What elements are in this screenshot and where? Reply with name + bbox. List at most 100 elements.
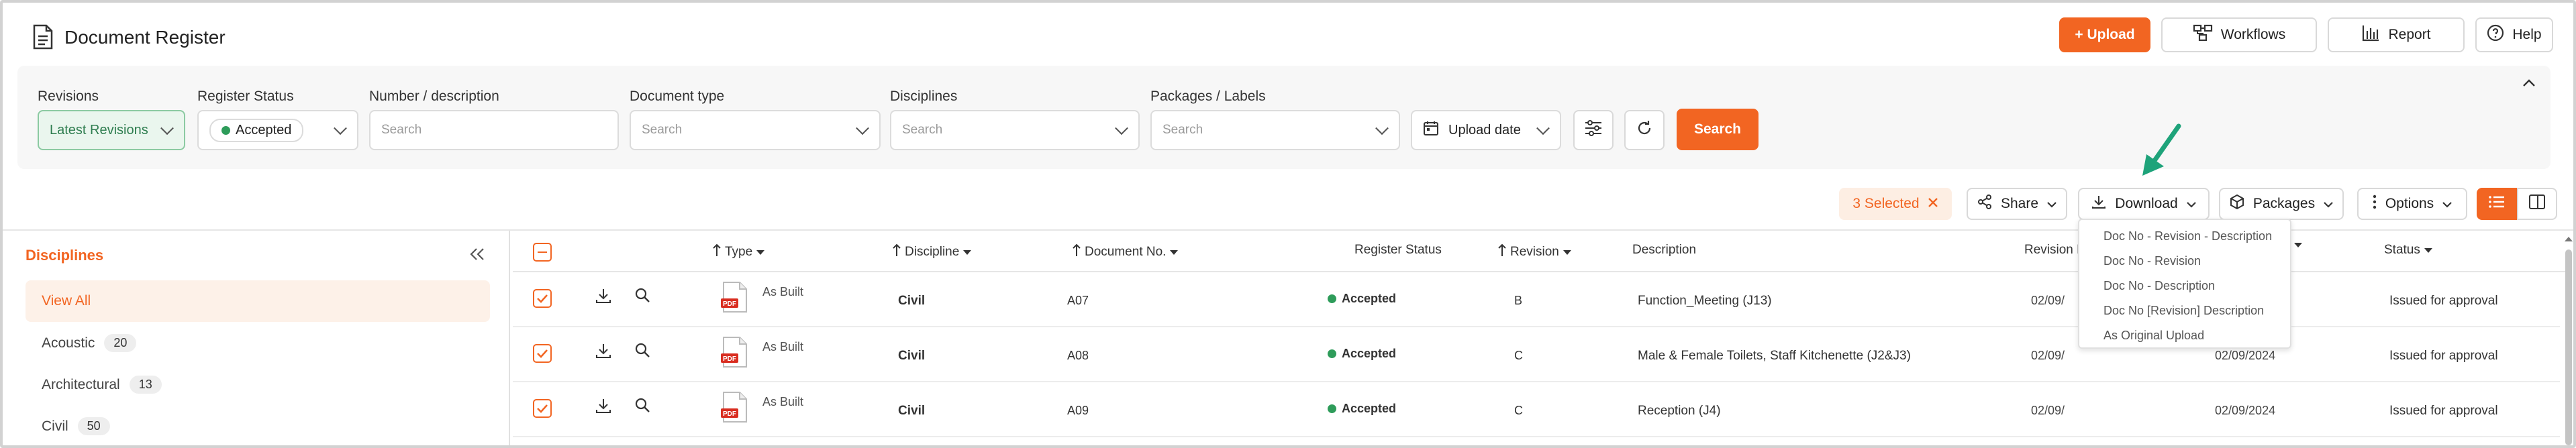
help-label: Help — [2512, 27, 2542, 42]
filter-settings-button[interactable] — [1573, 110, 1614, 150]
column-label: Description — [1632, 243, 1697, 257]
row-download-icon[interactable] — [595, 343, 612, 363]
search-button[interactable]: Search — [1677, 109, 1758, 150]
sidebar-item-architectural[interactable]: Architectural 13 — [42, 376, 162, 394]
revisions-select[interactable]: Latest Revisions — [38, 110, 185, 150]
row-description[interactable]: Reception (J4) — [1638, 404, 1721, 418]
collapse-filters-icon[interactable] — [2522, 78, 2536, 91]
upload-button[interactable]: + Upload — [2059, 17, 2150, 52]
row-description[interactable]: Male & Female Toilets, Staff Kitchenette… — [1638, 349, 1911, 363]
download-option-docno-description[interactable]: Doc No - Description — [2079, 279, 2287, 293]
column-label: Document No. — [1085, 245, 1167, 259]
row-checkbox[interactable] — [533, 344, 552, 363]
column-header-discipline[interactable]: Discipline — [893, 243, 972, 262]
row-revision: C — [1514, 404, 1523, 417]
packages-label: Packages — [2252, 196, 2316, 211]
column-header-register-status[interactable]: Register Status — [1354, 243, 1442, 258]
upload-label: + Upload — [2075, 27, 2135, 42]
sidebar-item-label: View All — [42, 293, 91, 309]
column-header-status[interactable]: Status — [2384, 243, 2432, 258]
column-header-type[interactable]: Type — [713, 243, 765, 262]
row-discipline: Civil — [898, 349, 926, 363]
register-status-select[interactable]: Accepted — [197, 110, 358, 150]
chevron-down-icon — [2442, 196, 2453, 212]
pdf-icon: PDF — [721, 281, 748, 317]
chevron-down-icon — [856, 121, 869, 135]
sort-arrow-icon — [713, 243, 721, 262]
options-label: Options — [2385, 196, 2434, 211]
row-download-icon[interactable] — [595, 288, 612, 308]
search-icon[interactable] — [634, 286, 651, 308]
help-icon — [2487, 24, 2504, 46]
accepted-chip[interactable]: Accepted — [209, 118, 304, 142]
row-type: As Built — [762, 395, 804, 408]
panel-icon — [2528, 194, 2546, 214]
svg-text:PDF: PDF — [723, 410, 736, 418]
document-type-select[interactable]: Search — [630, 110, 881, 150]
report-label: Report — [2388, 27, 2431, 42]
row-download-icon[interactable] — [595, 398, 612, 418]
row-checkbox[interactable] — [533, 289, 552, 308]
column-header-upload-date-caret[interactable] — [2294, 243, 2302, 247]
search-icon[interactable] — [634, 341, 651, 363]
help-button[interactable]: Help — [2475, 17, 2553, 52]
column-header-description[interactable]: Description — [1632, 243, 1696, 258]
share-button[interactable]: Share — [1967, 188, 2067, 220]
share-icon — [1977, 194, 1993, 214]
scrollbar-thumb[interactable] — [2565, 249, 2572, 445]
upload-date-select[interactable]: Upload date — [1411, 110, 1561, 150]
row-document-no[interactable]: A09 — [1067, 404, 1089, 418]
number-description-placeholder: Search — [381, 123, 422, 137]
row-type: As Built — [762, 340, 804, 353]
chevron-down-icon — [1375, 121, 1389, 135]
disciplines-placeholder: Search — [902, 123, 943, 137]
packages-button[interactable]: Packages — [2219, 188, 2344, 220]
document-icon — [32, 24, 54, 50]
row-document-no[interactable]: A07 — [1067, 294, 1089, 308]
close-icon[interactable] — [1928, 196, 1938, 212]
column-label: Discipline — [905, 245, 960, 259]
status-dot-icon — [1328, 404, 1336, 414]
list-view-button[interactable] — [2477, 188, 2517, 220]
caret-down-icon — [1170, 249, 1179, 255]
row-register-status-label: Accepted — [1342, 292, 1397, 305]
sort-arrow-icon — [893, 243, 901, 262]
report-button[interactable]: Report — [2328, 17, 2465, 52]
count-badge: 20 — [104, 334, 137, 352]
workflows-label: Workflows — [2220, 27, 2286, 42]
chevron-down-icon — [2186, 196, 2197, 212]
caret-down-icon — [2424, 247, 2432, 253]
split-view-button[interactable] — [2517, 188, 2557, 220]
search-icon[interactable] — [634, 396, 651, 418]
row-description[interactable]: Function_Meeting (J13) — [1638, 294, 1772, 309]
column-header-revision-date[interactable]: Revision D — [2024, 243, 2086, 258]
download-option-docno-bracket-revision[interactable]: Doc No [Revision] Description — [2079, 304, 2287, 318]
row-document-no[interactable]: A08 — [1067, 349, 1089, 363]
sidebar-item-civil[interactable]: Civil 50 — [42, 417, 110, 435]
download-option-docno-revision[interactable]: Doc No - Revision — [2079, 254, 2287, 268]
sidebar-item-view-all[interactable]: View All — [26, 280, 490, 322]
column-header-revision[interactable]: Revision — [1498, 243, 1571, 262]
download-option-docno-revision-description[interactable]: Doc No - Revision - Description — [2079, 229, 2287, 243]
search-button-label: Search — [1693, 121, 1742, 137]
share-label: Share — [2000, 196, 2039, 211]
packages-labels-select[interactable]: Search — [1150, 110, 1400, 150]
selected-count-badge[interactable]: 3 Selected — [1839, 188, 1952, 220]
collapse-sidebar-icon[interactable] — [468, 247, 486, 262]
sidebar-item-acoustic[interactable]: Acoustic 20 — [42, 334, 137, 352]
row-checkbox[interactable] — [533, 399, 552, 418]
download-option-original-upload[interactable]: As Original Upload — [2079, 329, 2287, 343]
vertical-scrollbar[interactable] — [2563, 233, 2573, 445]
chevron-down-icon — [160, 121, 174, 135]
upload-date-label: Upload date — [1448, 122, 1521, 137]
column-header-document-no[interactable]: Document No. — [1073, 243, 1179, 262]
number-description-input[interactable]: Search — [369, 110, 619, 150]
download-button[interactable]: Download — [2078, 188, 2210, 220]
row-revision: B — [1514, 294, 1523, 307]
workflows-button[interactable]: Workflows — [2161, 17, 2317, 52]
select-all-checkbox[interactable] — [533, 243, 552, 262]
row-revision-date: 02/09/ — [2031, 294, 2065, 307]
reset-filters-button[interactable] — [1624, 110, 1665, 150]
options-button[interactable]: Options — [2357, 188, 2467, 220]
disciplines-select[interactable]: Search — [890, 110, 1140, 150]
